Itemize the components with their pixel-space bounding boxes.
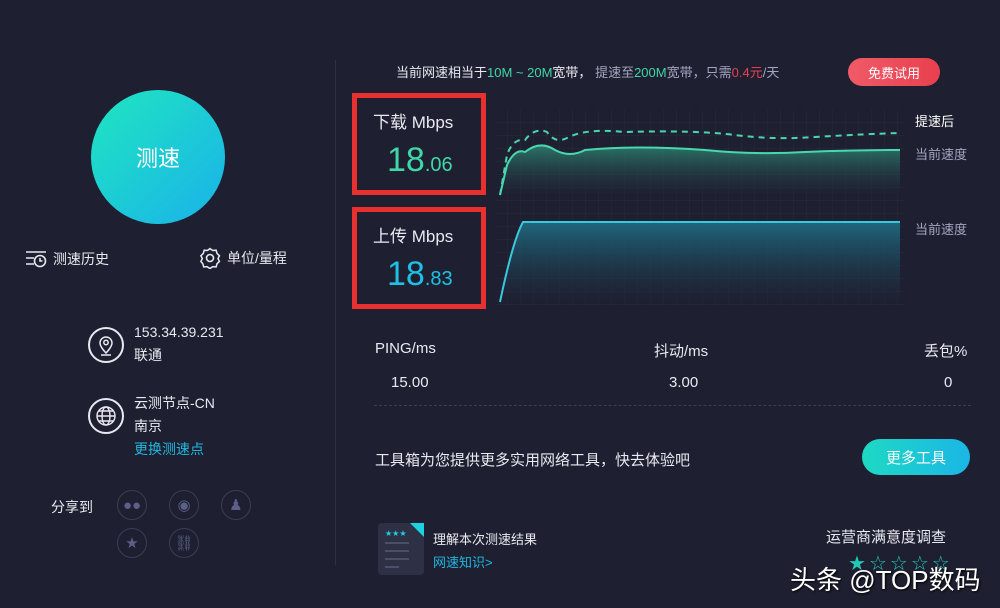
loss-value: 0 — [944, 374, 952, 391]
ping-label: PING/ms — [375, 340, 436, 357]
isp-name: 联通 — [134, 344, 224, 367]
ip-address: 153.34.39.231 — [134, 321, 224, 344]
unit-settings-button[interactable]: 单位/量程 — [199, 247, 287, 269]
upload-area — [500, 222, 900, 302]
start-speedtest-button[interactable]: 测速 — [91, 90, 225, 224]
legend-boosted: 提速后 — [915, 111, 954, 130]
globe-icon — [88, 398, 124, 434]
location-icon — [88, 327, 124, 363]
legend-upload-current: 当前速度 — [915, 219, 967, 238]
upload-label: 上传 Mbps — [373, 222, 481, 247]
loss-label: 丢包% — [924, 340, 967, 361]
ping-value: 15.00 — [391, 374, 429, 391]
legend-download-current: 当前速度 — [915, 144, 967, 163]
document-icon: ★★★ — [378, 523, 424, 575]
upload-speed-box: 上传 Mbps 18.83 — [352, 207, 486, 309]
watermark: 头条 @TOP数码 — [790, 560, 981, 597]
settings-label: 单位/量程 — [227, 248, 287, 268]
qq-share-icon[interactable]: ♟ — [221, 490, 251, 520]
share-label: 分享到 — [51, 497, 93, 517]
speed-charts — [495, 110, 905, 305]
knowledge-title: 理解本次测速结果 — [433, 529, 537, 548]
jitter-value: 3.00 — [669, 374, 698, 391]
change-node-link[interactable]: 更换测速点 — [134, 438, 215, 461]
gear-icon — [199, 247, 221, 269]
history-label: 测速历史 — [53, 249, 109, 269]
node-name: 云测节点-CN — [134, 392, 215, 415]
more-tools-button[interactable]: 更多工具 — [862, 439, 970, 475]
survey-title: 运营商满意度调查 — [826, 526, 946, 547]
jitter-label: 抖动/ms — [654, 340, 708, 361]
history-icon — [25, 250, 47, 268]
divider — [374, 405, 971, 406]
tools-text: 工具箱为您提供更多实用网络工具，快去体验吧 — [375, 449, 690, 470]
upload-value: 18.83 — [387, 255, 481, 294]
free-trial-button[interactable]: 免费试用 — [848, 58, 940, 86]
download-speed-box: 下载 Mbps 18.06 — [352, 93, 486, 195]
history-button[interactable]: 测速历史 — [25, 249, 109, 269]
download-value: 18.06 — [387, 141, 481, 180]
speed-banner: 当前网速相当于10M ~ 20M宽带， 提速至200M宽带，只需0.4元/天 — [396, 62, 779, 81]
download-label: 下载 Mbps — [373, 108, 481, 133]
wechat-share-icon[interactable]: ●● — [117, 490, 147, 520]
node-city: 南京 — [134, 415, 215, 438]
knowledge-link[interactable]: 网速知识> — [433, 552, 493, 571]
divider — [335, 60, 336, 565]
qzone-share-icon[interactable]: ★ — [117, 528, 147, 558]
weibo-share-icon[interactable]: ◉ — [169, 490, 199, 520]
link-share-icon[interactable]: ⛓ — [169, 528, 199, 558]
